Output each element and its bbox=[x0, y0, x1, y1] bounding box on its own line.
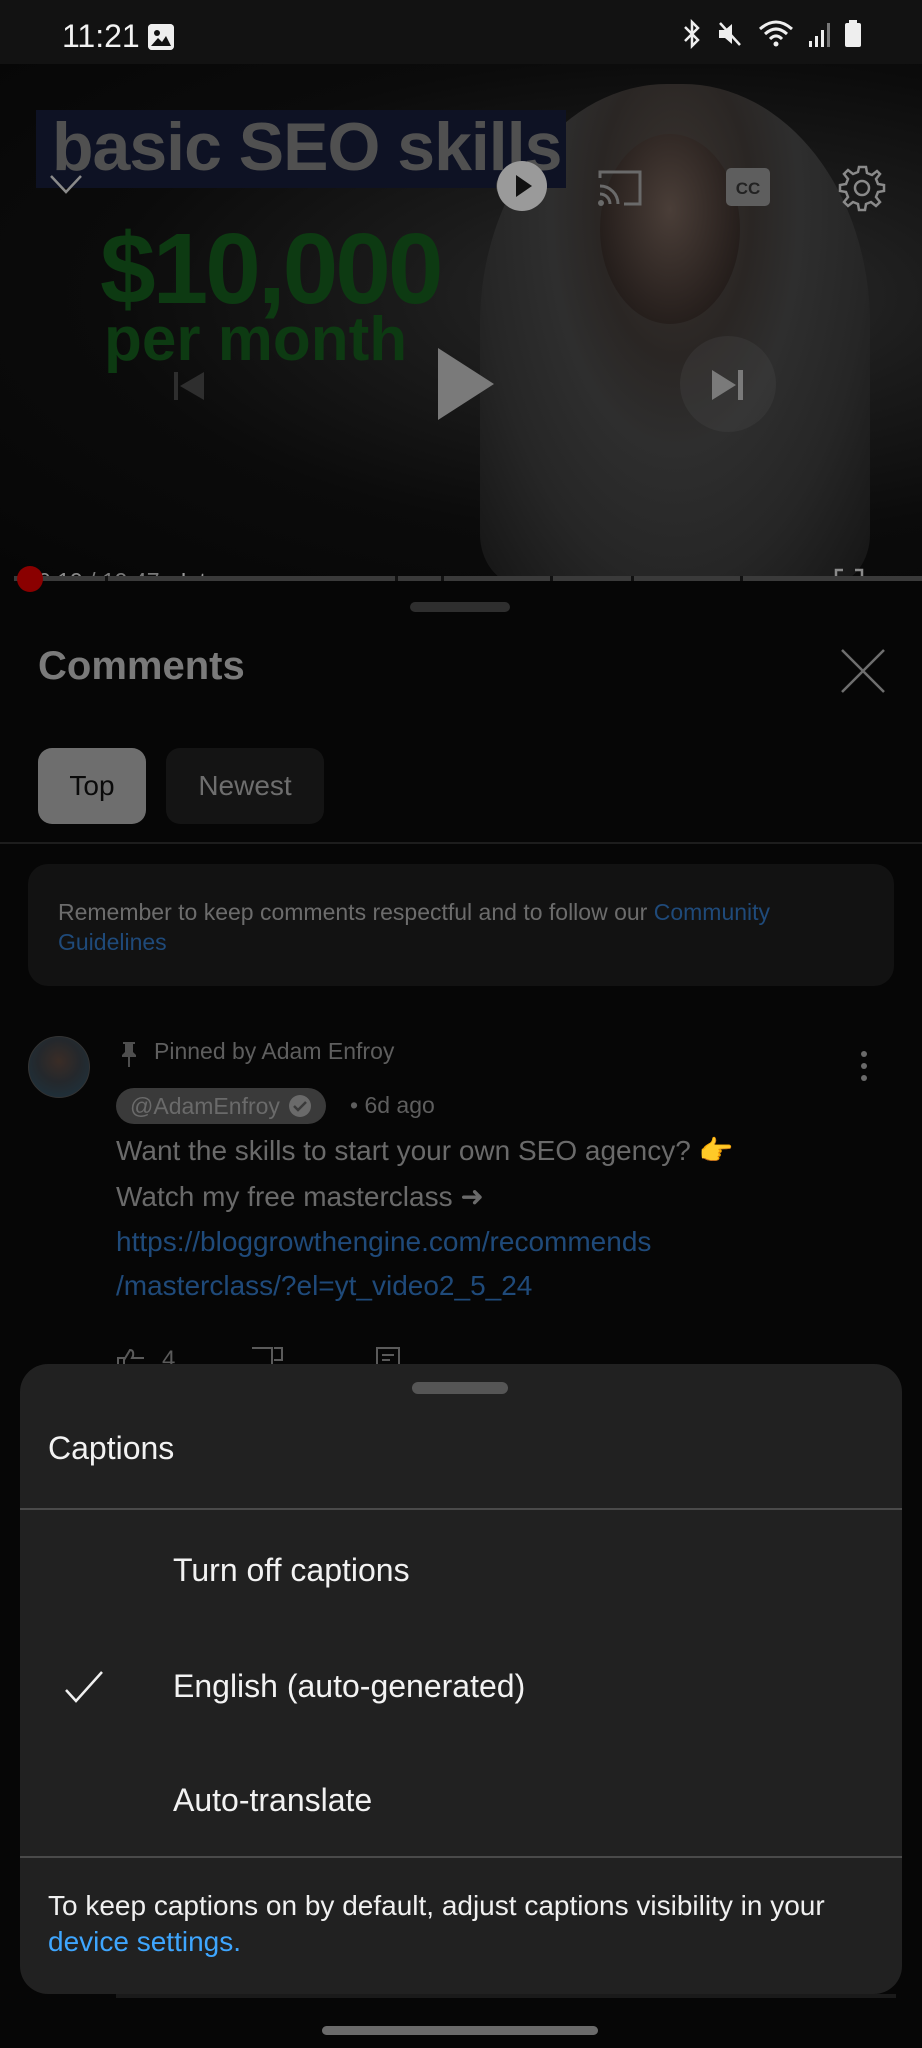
author-name: @AdamEnfroy bbox=[130, 1092, 280, 1119]
caption-option-label: English (auto-generated) bbox=[173, 1668, 526, 1704]
battery-icon bbox=[845, 20, 861, 47]
chapter-marker bbox=[550, 576, 553, 581]
home-indicator[interactable] bbox=[322, 2026, 598, 2035]
comments-drag-handle[interactable] bbox=[410, 602, 510, 612]
caption-option-label: Turn off captions bbox=[173, 1552, 410, 1588]
comment-age: • 6d ago bbox=[350, 1092, 435, 1118]
divider bbox=[20, 1856, 902, 1858]
checkmark-icon bbox=[65, 1671, 103, 1703]
verified-icon bbox=[288, 1095, 311, 1117]
chapter-marker bbox=[395, 576, 398, 581]
next-icon[interactable] bbox=[710, 368, 746, 402]
divider bbox=[20, 1508, 902, 1510]
sheet-drag-handle[interactable] bbox=[412, 1382, 508, 1394]
cc-icon[interactable]: CC bbox=[726, 168, 770, 206]
chapter-marker bbox=[631, 576, 634, 581]
previous-icon[interactable] bbox=[168, 364, 212, 408]
signal-icon bbox=[809, 23, 830, 47]
wifi-icon bbox=[759, 20, 793, 47]
avatar[interactable] bbox=[28, 1036, 90, 1098]
caption-option-auto-translate[interactable]: Auto-translate bbox=[20, 1746, 902, 1858]
caption-option-label: Auto-translate bbox=[173, 1782, 373, 1818]
video-player[interactable]: basic SEO skills $10,000 per month CC 0:… bbox=[0, 64, 922, 580]
captions-footer-text: To keep captions on by default, adjust c… bbox=[48, 1888, 868, 1960]
close-icon[interactable] bbox=[838, 646, 888, 696]
seek-handle[interactable] bbox=[17, 566, 43, 592]
autoplay-toggle-icon[interactable] bbox=[496, 160, 548, 212]
comment-link-continued[interactable]: /masterclass/?el=yt_video2_5_24 bbox=[116, 1270, 532, 1302]
status-time: 11:21 bbox=[62, 18, 140, 54]
notice-text: Remember to keep comments respectful and… bbox=[58, 899, 654, 925]
comment-link[interactable]: https://bloggrowthengine.com/recommends bbox=[116, 1226, 651, 1258]
comment-text-line1: Want the skills to start your own SEO ag… bbox=[116, 1135, 734, 1166]
svg-text:CC: CC bbox=[736, 179, 761, 198]
device-settings-link[interactable]: device settings. bbox=[48, 1926, 241, 1957]
caption-option-turn-off[interactable]: Turn off captions bbox=[20, 1516, 902, 1628]
gear-icon[interactable] bbox=[838, 164, 886, 212]
community-notice-text: Remember to keep comments respectful and… bbox=[58, 897, 878, 957]
play-icon[interactable] bbox=[430, 344, 500, 424]
thumbnail-text-line1: basic SEO skills bbox=[52, 109, 562, 185]
video-frame-head bbox=[600, 134, 740, 324]
gallery-icon bbox=[148, 24, 174, 50]
footer-text: To keep captions on by default, adjust c… bbox=[48, 1890, 825, 1921]
comment-input-edge bbox=[116, 1994, 896, 1998]
comments-title: Comments bbox=[38, 644, 245, 688]
bluetooth-icon bbox=[684, 19, 700, 49]
status-bar: 11:21 bbox=[0, 0, 922, 64]
comment-text-line2: Watch my free masterclass ➜ bbox=[116, 1181, 484, 1212]
chapter-marker bbox=[740, 576, 743, 581]
thumbnail-text-line3: per month bbox=[104, 305, 408, 374]
chevron-down-icon[interactable] bbox=[48, 172, 84, 196]
more-vert-icon[interactable] bbox=[852, 1048, 876, 1084]
pinned-label: Pinned by Adam Enfroy bbox=[154, 1038, 395, 1064]
chapter-marker bbox=[441, 576, 444, 581]
caption-option-english-auto[interactable]: English (auto-generated) bbox=[20, 1632, 902, 1744]
chapter-marker bbox=[105, 576, 108, 581]
captions-sheet: Captions Turn off captions English (auto… bbox=[20, 1364, 902, 1994]
sort-chip-newest[interactable]: Newest bbox=[166, 748, 324, 824]
seek-bar[interactable] bbox=[14, 576, 922, 581]
status-icons bbox=[682, 18, 862, 50]
captions-sheet-title: Captions bbox=[48, 1430, 175, 1466]
pin-icon bbox=[122, 1042, 136, 1067]
cast-icon[interactable] bbox=[596, 168, 644, 208]
author-chip[interactable]: @AdamEnfroy bbox=[116, 1088, 326, 1124]
mute-icon bbox=[719, 22, 741, 46]
sort-chip-top[interactable]: Top bbox=[38, 748, 146, 824]
divider bbox=[0, 842, 922, 844]
